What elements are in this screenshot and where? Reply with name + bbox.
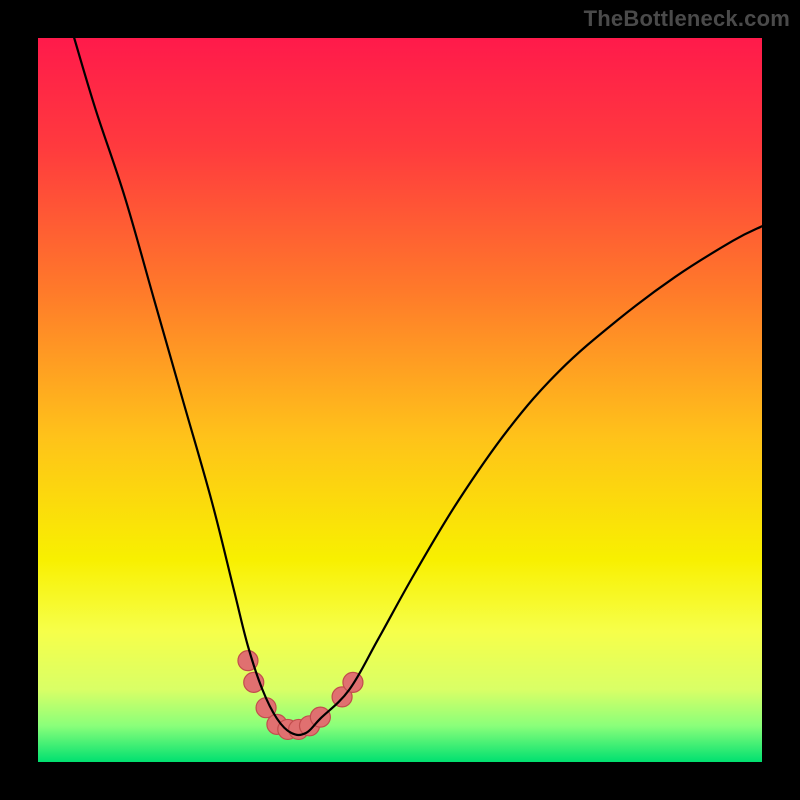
bottleneck-curve [74,38,762,735]
watermark-text: TheBottleneck.com [584,6,790,32]
plot-area [38,38,762,762]
chart-svg [38,38,762,762]
chart-frame: TheBottleneck.com [0,0,800,800]
